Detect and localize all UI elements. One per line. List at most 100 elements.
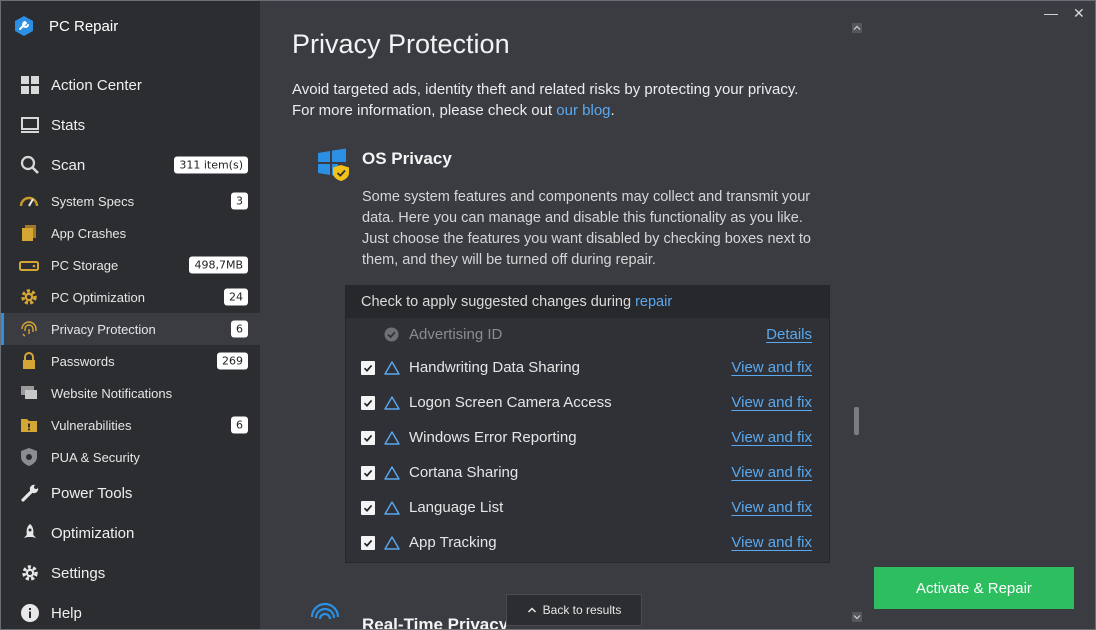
sidebar-item-settings[interactable]: Settings: [1, 553, 260, 593]
sidebar-item-scan[interactable]: Scan 311 item(s): [1, 145, 260, 185]
privacy-item-checkbox[interactable]: [361, 395, 375, 410]
sidebar-item-label: Passwords: [51, 353, 115, 369]
scrollbar-thumb[interactable]: [854, 407, 859, 435]
privacy-item-label: Logon Screen Camera Access: [409, 394, 612, 411]
windows-shield-icon: [318, 148, 349, 181]
view-and-fix-link[interactable]: View and fix: [731, 359, 812, 376]
grid-icon: [19, 74, 41, 96]
view-and-fix-link[interactable]: View and fix: [731, 394, 812, 411]
page-title: Privacy Protection: [292, 29, 510, 59]
sidebar-item-pua-and-security[interactable]: PUA & Security: [1, 441, 260, 473]
sidebar-item-label: App Crashes: [51, 225, 127, 241]
sidebar-item-label: Settings: [51, 564, 106, 582]
warning-triangle-icon: [384, 535, 400, 550]
warning-triangle-icon: [384, 430, 400, 445]
sidebar-item-label: Help: [51, 604, 82, 622]
details-link[interactable]: Details: [766, 326, 812, 343]
count-badge: 311 item(s): [174, 156, 248, 174]
sidebar-item-label: Scan: [51, 156, 86, 174]
privacy-item-resolved: Advertising ID Details: [346, 318, 829, 350]
sidebar-item-pc-storage[interactable]: PC Storage 498,7MB: [1, 249, 260, 281]
page-intro: Avoid targeted ads, identity theft and r…: [292, 79, 798, 121]
privacy-item-row: App Tracking View and fix: [346, 525, 829, 560]
privacy-item-checkbox[interactable]: [361, 360, 375, 375]
minimize-button[interactable]: —: [1044, 5, 1058, 21]
sidebar-item-stats[interactable]: Stats: [1, 105, 260, 145]
gear-icon: [19, 287, 39, 307]
view-and-fix-link[interactable]: View and fix: [731, 464, 812, 481]
privacy-item-label: App Tracking: [409, 534, 497, 551]
privacy-item-label: Advertising ID: [409, 325, 503, 343]
view-and-fix-link[interactable]: View and fix: [731, 499, 812, 516]
sidebar-item-action-center[interactable]: Action Center: [1, 65, 260, 105]
sidebar-item-passwords[interactable]: Passwords 269: [1, 345, 260, 377]
info-icon: [19, 602, 41, 624]
privacy-item-row: Handwriting Data Sharing View and fix: [346, 350, 829, 385]
view-and-fix-link[interactable]: View and fix: [731, 429, 812, 446]
app-logo-icon: [15, 16, 33, 36]
checkmark-icon: [363, 504, 373, 512]
checkmark-icon: [363, 469, 373, 477]
privacy-item-checkbox[interactable]: [361, 465, 375, 480]
count-badge: 24: [224, 288, 248, 306]
sidebar: PC Repair Action Center Stats Scan 311 item…: [1, 1, 260, 629]
privacy-item-checkbox[interactable]: [361, 535, 375, 550]
sidebar-item-system-specs[interactable]: System Specs 3: [1, 185, 260, 217]
sidebar-item-label: Action Center: [51, 76, 142, 94]
intro-suffix: .: [610, 102, 615, 119]
sidebar-item-label: PC Storage: [51, 257, 119, 273]
privacy-item-label: Cortana Sharing: [409, 464, 519, 481]
section-title: OS Privacy: [362, 149, 452, 168]
scroll-up-arrow-icon[interactable]: [852, 23, 862, 33]
back-to-results-label: Back to results: [542, 603, 622, 617]
warning-triangle-icon: [384, 465, 400, 480]
panel-header: Check to apply suggested changes during …: [346, 286, 829, 318]
privacy-item-label: Handwriting Data Sharing: [409, 359, 580, 376]
gauge-icon: [19, 191, 39, 211]
checkmark-icon: [363, 434, 373, 442]
scroll-down-arrow-icon[interactable]: [852, 612, 862, 622]
activate-repair-button[interactable]: Activate & Repair: [874, 567, 1074, 609]
sidebar-item-privacy-protection[interactable]: Privacy Protection 6: [1, 313, 260, 345]
sidebar-item-label: Vulnerabilities: [51, 417, 132, 433]
sidebar-item-app-crashes[interactable]: App Crashes: [1, 217, 260, 249]
monitor-icon: [19, 114, 41, 136]
privacy-items-panel: Check to apply suggested changes during …: [345, 285, 830, 563]
warning-triangle-icon: [384, 500, 400, 515]
privacy-item-checkbox[interactable]: [361, 500, 375, 515]
checkmark-icon: [363, 539, 373, 547]
search-icon: [19, 154, 41, 176]
privacy-item-row: Language List View and fix: [346, 490, 829, 525]
blog-link[interactable]: our blog: [556, 102, 610, 119]
warning-triangle-icon: [384, 360, 400, 375]
close-button[interactable]: ✕: [1073, 5, 1085, 22]
sidebar-item-label: Power Tools: [51, 484, 133, 502]
resolved-check-icon: [384, 327, 399, 341]
view-and-fix-link[interactable]: View and fix: [731, 534, 812, 551]
sidebar-item-vulnerabilities[interactable]: Vulnerabilities 6: [1, 409, 260, 441]
lock-icon: [19, 351, 39, 371]
privacy-item-row: Cortana Sharing View and fix: [346, 455, 829, 490]
intro-line-2: For more information, please check out o…: [292, 100, 798, 121]
sidebar-item-label: PUA & Security: [51, 449, 140, 465]
chevron-up-icon: [527, 607, 536, 613]
sidebar-item-power-tools[interactable]: Power Tools: [1, 473, 260, 513]
sidebar-item-label: Stats: [51, 116, 86, 134]
sidebar-item-help[interactable]: Help: [1, 593, 260, 630]
sidebar-item-label: Website Notifications: [51, 385, 173, 401]
gear-icon: [19, 562, 41, 584]
sidebar-item-website-notifications[interactable]: Website Notifications: [1, 377, 260, 409]
app-name: PC Repair: [49, 17, 119, 35]
checkmark-icon: [363, 364, 373, 372]
sidebar-item-optimization[interactable]: Optimization: [1, 513, 260, 553]
count-badge: 6: [231, 320, 248, 338]
privacy-item-checkbox[interactable]: [361, 430, 375, 445]
sidebar-item-pc-optimization[interactable]: PC Optimization 24: [1, 281, 260, 313]
next-section-title: Real-Time Privacy: [362, 615, 509, 629]
count-badge: 269: [217, 352, 248, 370]
panel-header-text: Check to apply suggested changes during: [361, 294, 636, 310]
shield-icon: [19, 447, 39, 467]
files-icon: [19, 223, 39, 243]
back-to-results-button[interactable]: Back to results: [506, 594, 642, 626]
repair-link[interactable]: repair: [635, 294, 672, 310]
